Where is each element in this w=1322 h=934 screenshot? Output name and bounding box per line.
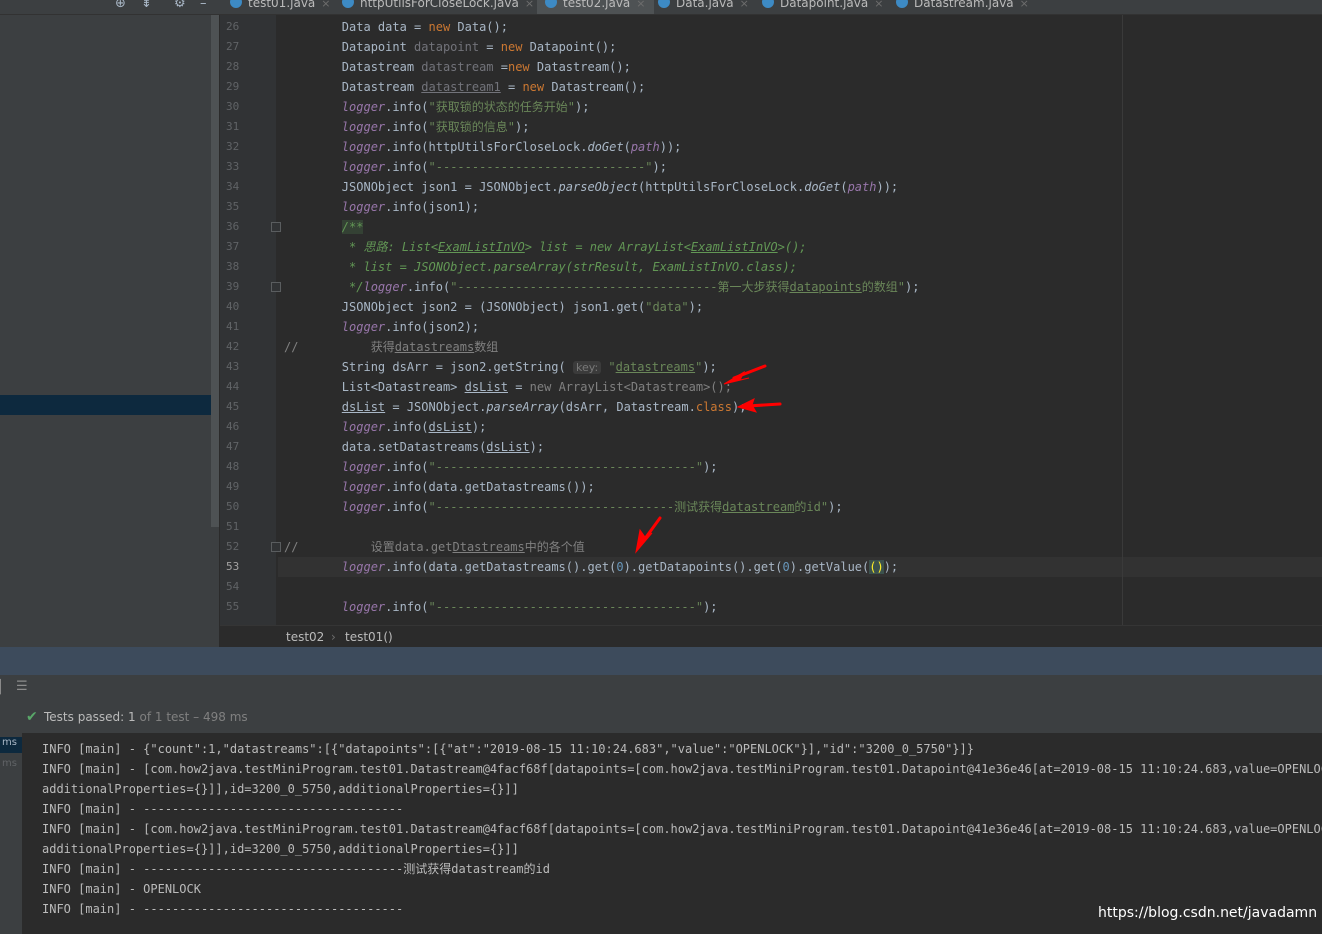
test-duration[interactable]: ms bbox=[2, 758, 17, 769]
test-status-bar: ✔ Tests passed: 1 of 1 test – 498 ms bbox=[0, 702, 1322, 734]
annotation-arrow-line-45 bbox=[736, 398, 782, 413]
test-status-text: Tests passed: 1 of 1 test – 498 ms bbox=[44, 710, 248, 724]
breadcrumb-separator: › bbox=[331, 630, 336, 644]
console-line: INFO [main] - --------------------------… bbox=[42, 802, 404, 816]
sort-icon[interactable]: ☰ bbox=[16, 679, 28, 694]
test-duration[interactable]: ms bbox=[2, 737, 17, 748]
console-line: INFO [main] - [com.how2java.testMiniProg… bbox=[42, 822, 1322, 836]
breadcrumb-method[interactable]: test01() bbox=[345, 630, 393, 644]
watermark: https://blog.csdn.net/javadamn bbox=[1098, 905, 1318, 921]
console-line: additionalProperties={}]],id=3200_0_5750… bbox=[42, 842, 519, 856]
pin-icon[interactable]: ▏ bbox=[0, 680, 8, 695]
console-line: INFO [main] - --------------------------… bbox=[42, 862, 550, 876]
check-icon: ✔ bbox=[26, 709, 38, 725]
console-line: INFO [main] - --------------------------… bbox=[42, 902, 404, 916]
run-toolbar: ▏ ☰ bbox=[0, 675, 1322, 702]
breadcrumb-class[interactable]: test02 bbox=[286, 630, 324, 644]
annotation-arrow-line-53 bbox=[635, 516, 662, 554]
console-line: additionalProperties={}]],id=3200_0_5750… bbox=[42, 782, 519, 796]
console-line: INFO [main] - [com.how2java.testMiniProg… bbox=[42, 762, 1322, 776]
console-line: INFO [main] - OPENLOCK bbox=[42, 882, 201, 896]
console-line: INFO [main] - {"count":1,"datastreams":[… bbox=[42, 742, 974, 756]
test-tree-panel[interactable]: ms ms bbox=[0, 733, 22, 934]
annotation-arrow-line-44 bbox=[723, 364, 767, 385]
run-panel-header[interactable] bbox=[0, 647, 1322, 675]
